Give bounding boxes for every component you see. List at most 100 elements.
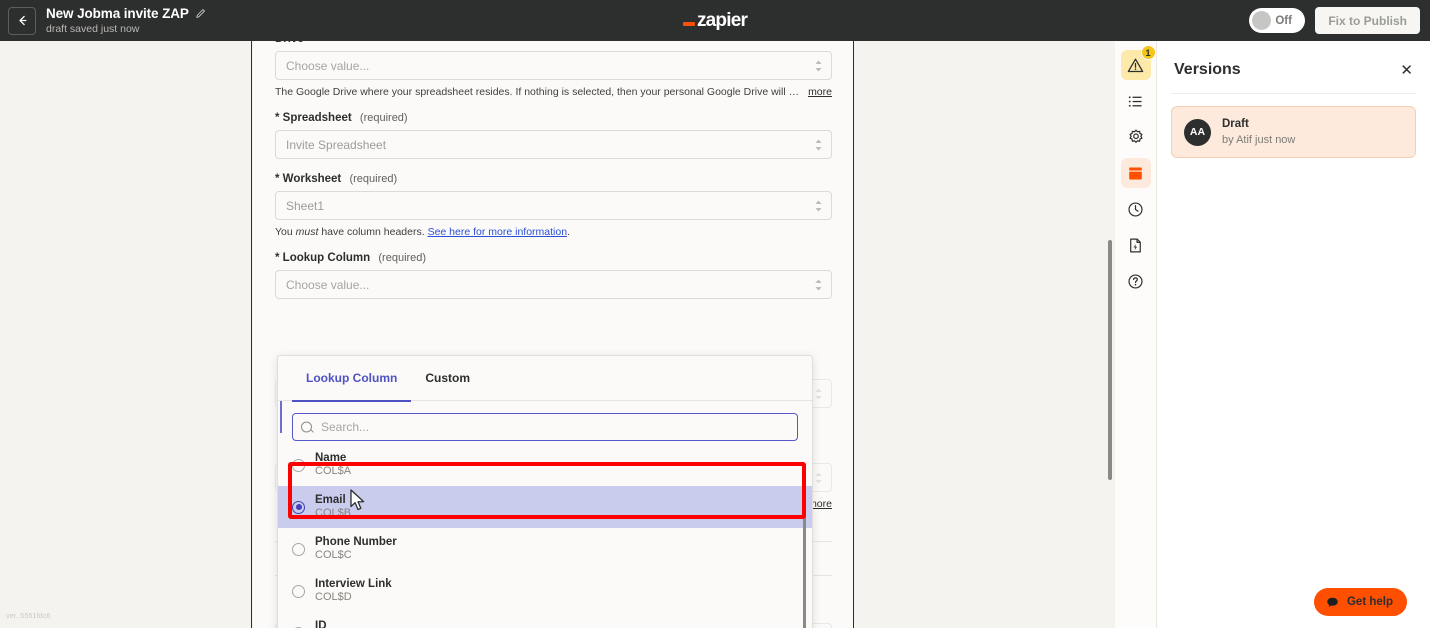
field-required-worksheet: (required) xyxy=(349,173,398,185)
version-item-text: Draft by Atif just now xyxy=(1222,117,1295,147)
magnifier-icon xyxy=(301,421,312,433)
option-text: ID COL$E xyxy=(315,619,351,628)
toggle-knob xyxy=(1252,11,1272,30)
dropdown-scrollbar[interactable] xyxy=(803,444,806,628)
option-name: Email xyxy=(315,493,346,506)
radio-icon[interactable] xyxy=(292,542,305,556)
field-label-worksheet: * Worksheet (required) xyxy=(275,173,832,185)
rail-item-list[interactable] xyxy=(1121,86,1151,116)
versions-panel: Versions ✕ AA Draft by Atif just now Get… xyxy=(1157,41,1430,628)
chevron-updown-icon xyxy=(814,471,823,484)
field-label-lookup-column: * Lookup Column (required) xyxy=(275,252,832,264)
option-name: Name xyxy=(315,451,347,464)
list-item[interactable]: Email COL$B xyxy=(278,486,812,528)
fix-to-publish-button[interactable]: Fix to Publish xyxy=(1315,7,1420,34)
radio-icon[interactable] xyxy=(292,458,305,472)
app-version-text: ver. 5561fdc6 xyxy=(6,613,51,620)
action-setup-panel: Drive Choose value... The Google Drive w… xyxy=(253,41,854,628)
canvas-scrollbar[interactable] xyxy=(1108,240,1112,480)
rail-item-issues[interactable]: 1 xyxy=(1120,45,1156,80)
rail-item-settings[interactable] xyxy=(1121,122,1151,152)
form-fields: Drive Choose value... The Google Drive w… xyxy=(253,41,853,299)
list-item[interactable]: Phone Number COL$C xyxy=(278,528,812,570)
version-item-subtitle: by Atif just now xyxy=(1222,133,1296,146)
option-name: Interview Link xyxy=(315,577,392,590)
field-label-lookup-column-text: * Lookup Column xyxy=(275,252,371,264)
get-help-button[interactable]: Get help xyxy=(1313,588,1407,616)
helper-mid: have column headers. xyxy=(318,226,428,238)
avatar: AA xyxy=(1184,118,1211,146)
top-bar-actions: Off Fix to Publish xyxy=(1249,0,1420,41)
spreadsheet-select[interactable]: Invite Spreadsheet xyxy=(275,130,832,159)
option-name: ID xyxy=(315,619,327,628)
chevron-updown-icon xyxy=(814,199,823,212)
worksheet-select[interactable]: Sheet1 xyxy=(275,191,832,220)
versions-header: Versions ✕ xyxy=(1157,41,1430,93)
versions-title: Versions xyxy=(1174,61,1241,78)
zap-on-off-toggle[interactable]: Off xyxy=(1249,8,1306,33)
field-drive: Drive Choose value... The Google Drive w… xyxy=(275,41,832,98)
tab-custom[interactable]: Custom xyxy=(411,356,484,401)
rail-item-runs[interactable] xyxy=(1121,230,1151,260)
option-sub: COL$B xyxy=(315,507,352,520)
clock-icon xyxy=(1128,201,1143,217)
search-input[interactable] xyxy=(321,420,789,434)
version-item-title: Draft xyxy=(1222,118,1249,130)
versions-box-icon xyxy=(1129,167,1142,179)
tab-lookup-column[interactable]: Lookup Column xyxy=(292,356,412,402)
list-item[interactable]: ID COL$E xyxy=(278,612,812,628)
list-icon xyxy=(1128,95,1142,107)
option-name: Phone Number xyxy=(315,535,397,548)
radio-icon[interactable] xyxy=(292,500,305,514)
chevron-updown-icon xyxy=(814,278,823,291)
option-sub: COL$D xyxy=(315,591,352,604)
radio-icon[interactable] xyxy=(292,584,305,598)
helper-emphasis: must xyxy=(295,226,319,238)
field-label-worksheet-text: * Worksheet xyxy=(275,173,342,185)
option-text: Name COL$A xyxy=(315,451,351,479)
close-icon[interactable]: ✕ xyxy=(1400,63,1413,78)
issues-badge: 1 xyxy=(1140,45,1156,60)
helper-end: . xyxy=(567,226,570,238)
worksheet-helper: You must have column headers. See here f… xyxy=(275,226,832,238)
rail-item-versions[interactable] xyxy=(1120,158,1151,188)
dropdown-search-wrapper[interactable] xyxy=(292,413,798,441)
rail-item-history[interactable] xyxy=(1121,194,1151,224)
back-button[interactable] xyxy=(8,6,36,35)
field-lookup-column: * Lookup Column (required) Choose value.… xyxy=(275,252,832,299)
option-text: Interview Link COL$D xyxy=(315,577,392,605)
option-sub: COL$C xyxy=(315,549,352,562)
drive-value: Choose value... xyxy=(286,58,370,73)
drive-helper: The Google Drive where your spreadsheet … xyxy=(275,86,832,98)
draft-status: draft saved just now xyxy=(46,23,140,35)
arrow-left-icon xyxy=(18,15,26,26)
worksheet-info-link[interactable]: See here for more information xyxy=(428,226,567,238)
file-lightning-icon xyxy=(1130,238,1141,252)
rail-item-help[interactable] xyxy=(1121,266,1151,296)
canvas-left-area xyxy=(0,41,252,628)
worksheet-helper-text: You must have column headers. See here f… xyxy=(275,226,832,238)
pencil-icon[interactable] xyxy=(195,8,206,19)
drive-select[interactable]: Choose value... xyxy=(275,51,832,80)
worksheet-value: Sheet1 xyxy=(286,198,325,213)
dropdown-tabs: Lookup Column Custom xyxy=(278,356,812,402)
drive-more-link[interactable]: more xyxy=(808,86,832,98)
lookup-column-value: Choose value... xyxy=(286,277,370,292)
helper-pre: You xyxy=(275,226,296,238)
chevron-updown-icon xyxy=(814,387,823,400)
list-item[interactable]: Name COL$A xyxy=(278,444,812,486)
lookup-column-select[interactable]: Choose value... xyxy=(275,270,832,299)
help-circle-icon xyxy=(1128,273,1143,289)
dropdown-option-list: Name COL$A Email COL$B Phone Number COL$… xyxy=(278,444,812,628)
zapier-zap-editor: New Jobma invite ZAP draft saved just no… xyxy=(0,0,1430,628)
versions-divider xyxy=(1171,93,1416,94)
logo-dash-icon xyxy=(682,22,695,26)
dropdown-scrollbar-thumb[interactable] xyxy=(803,474,806,628)
chevron-updown-icon xyxy=(814,138,823,151)
field-label-drive: Drive xyxy=(275,41,832,45)
top-bar: New Jobma invite ZAP draft saved just no… xyxy=(0,0,1430,41)
list-item[interactable]: Interview Link COL$D xyxy=(278,570,812,612)
version-item-draft[interactable]: AA Draft by Atif just now xyxy=(1171,106,1416,159)
zapier-logo: zapier xyxy=(0,0,1430,41)
page-title: New Jobma invite ZAP xyxy=(46,6,189,21)
